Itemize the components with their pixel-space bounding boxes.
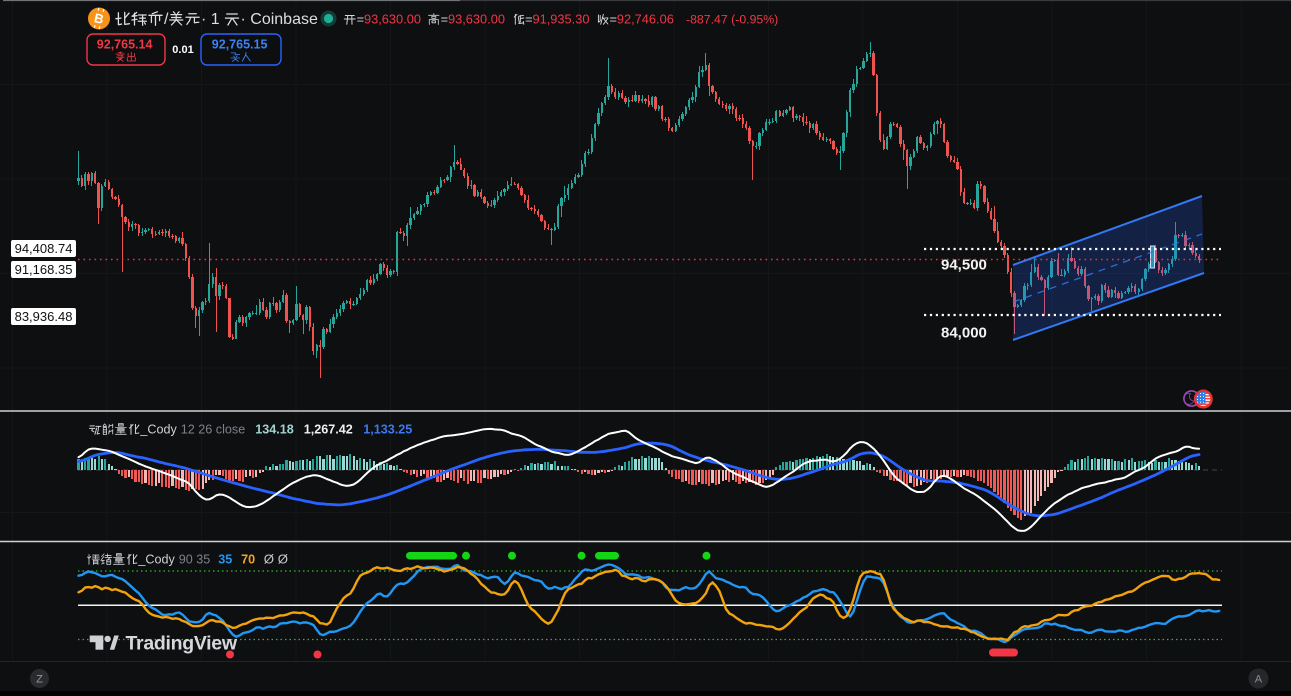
svg-text:12 26 close: 12 26 close	[181, 423, 245, 437]
svg-text:· Coinbase: · Coinbase	[241, 11, 318, 28]
svg-text:=: =	[610, 12, 617, 27]
svg-text:94,408.74: 94,408.74	[15, 241, 73, 256]
svg-text:91,168.35: 91,168.35	[15, 262, 73, 277]
svg-text:Ø Ø: Ø Ø	[264, 552, 288, 567]
svg-text:35: 35	[218, 553, 232, 567]
svg-text:92,765.14: 92,765.14	[97, 38, 153, 52]
svg-text:A: A	[1255, 674, 1263, 686]
svg-text:134.18: 134.18	[255, 423, 294, 437]
svg-text:92,746.06: 92,746.06	[617, 12, 674, 27]
svg-text:· 1: · 1	[201, 11, 220, 28]
svg-text:=: =	[441, 12, 448, 27]
svg-text:_Cody: _Cody	[139, 423, 177, 437]
svg-text:TradingView: TradingView	[126, 633, 238, 655]
svg-text:/: /	[164, 11, 169, 28]
svg-text:90 35: 90 35	[179, 553, 211, 567]
svg-text:0.01: 0.01	[172, 44, 193, 56]
svg-text:91,935.30: 91,935.30	[533, 12, 590, 27]
svg-text:93,630.00: 93,630.00	[364, 12, 421, 27]
svg-text:Z: Z	[36, 674, 43, 686]
svg-text:=: =	[525, 12, 532, 27]
svg-text:-887.47 (-0.95%): -887.47 (-0.95%)	[686, 13, 778, 27]
svg-text:93,630.00: 93,630.00	[448, 12, 505, 27]
svg-text:70: 70	[241, 553, 255, 567]
svg-text:=: =	[357, 12, 364, 27]
svg-text:83,936.48: 83,936.48	[15, 309, 73, 324]
svg-text:_Cody: _Cody	[137, 553, 175, 567]
svg-text:1,133.25: 1,133.25	[363, 423, 412, 437]
svg-text:1,267.42: 1,267.42	[304, 423, 353, 437]
svg-text:92,765.15: 92,765.15	[212, 38, 268, 52]
svg-text:84,000: 84,000	[941, 325, 987, 342]
